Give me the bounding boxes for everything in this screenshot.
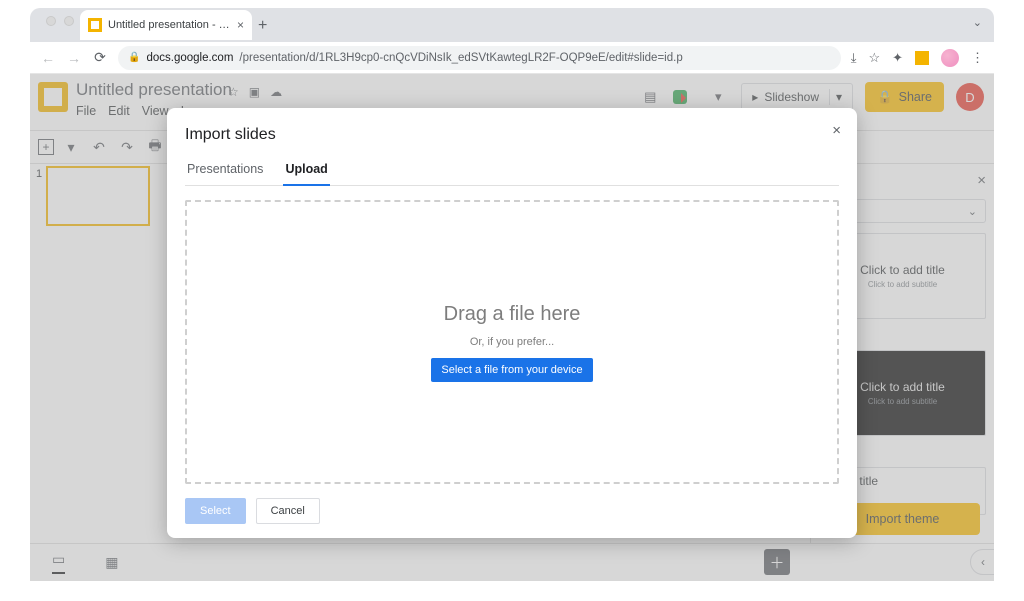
extensions-icon[interactable]: ✦ <box>892 50 903 66</box>
tab-overflow-icon[interactable]: ⌄ <box>973 16 982 29</box>
tab-upload[interactable]: Upload <box>283 162 329 186</box>
bookmark-icon[interactable]: ☆ <box>868 50 880 66</box>
install-app-icon[interactable]: ⤓ <box>851 50 857 66</box>
import-slides-dialog: Import slides × Presentations Upload Dra… <box>167 108 857 538</box>
select-file-button[interactable]: Select a file from your device <box>431 358 592 382</box>
address-bar[interactable]: 🔒 docs.google.com/presentation/d/1RL3H9c… <box>118 46 841 70</box>
lock-icon: 🔒 <box>128 52 140 63</box>
upload-dropzone[interactable]: Drag a file here Or, if you prefer... Se… <box>185 200 839 484</box>
tab-close-icon[interactable]: × <box>237 18 244 32</box>
tab-title: Untitled presentation - Google <box>108 19 231 31</box>
close-window-icon[interactable] <box>46 16 56 26</box>
dialog-tabs: Presentations Upload <box>185 162 839 186</box>
slides-favicon-icon <box>88 18 102 32</box>
dialog-footer: Select Cancel <box>185 498 839 524</box>
url-host: docs.google.com <box>146 52 233 64</box>
url-path: /presentation/d/1RL3H9cp0-cnQcVDiNsIk_ed… <box>239 52 682 64</box>
extension-square-icon[interactable] <box>915 51 929 65</box>
dropzone-subtitle: Or, if you prefer... <box>470 336 554 348</box>
dialog-title: Import slides <box>185 126 839 144</box>
profile-avatar-icon[interactable] <box>941 49 959 67</box>
forward-icon[interactable]: → <box>66 50 82 66</box>
back-icon[interactable]: ← <box>40 50 56 66</box>
browser-toolbar: ← → ⟳ 🔒 docs.google.com/presentation/d/1… <box>30 42 994 74</box>
minimize-window-icon[interactable] <box>64 16 74 26</box>
chrome-menu-icon[interactable]: ⋮ <box>971 50 984 66</box>
close-icon[interactable]: × <box>832 122 841 139</box>
select-button[interactable]: Select <box>185 498 246 524</box>
tab-presentations[interactable]: Presentations <box>185 162 265 185</box>
browser-tab[interactable]: Untitled presentation - Google × <box>80 10 252 40</box>
dropzone-title: Drag a file here <box>444 303 581 326</box>
cancel-button[interactable]: Cancel <box>256 498 320 524</box>
reload-icon[interactable]: ⟳ <box>92 49 108 66</box>
browser-right-icons: ⤓ ☆ ✦ ⋮ <box>851 49 984 67</box>
new-tab-button[interactable]: + <box>258 17 267 35</box>
